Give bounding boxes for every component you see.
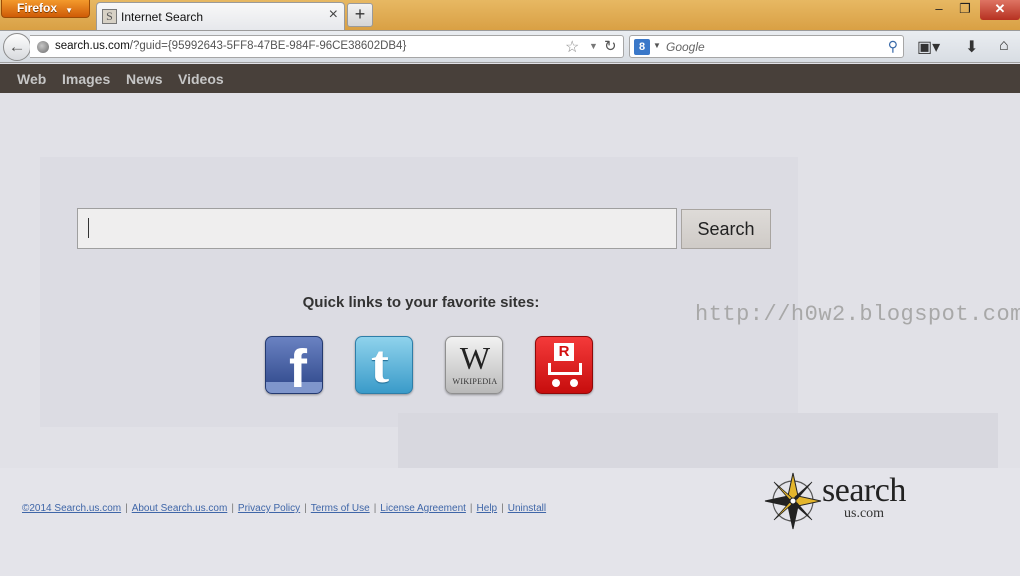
bookmark-star-icon[interactable]: ☆: [565, 37, 579, 57]
footer-link-about[interactable]: About Search.us.com: [132, 503, 228, 514]
footer-link-copyright[interactable]: ©2014 Search.us.com: [22, 503, 121, 514]
page-content: Search Quick links to your favorite site…: [0, 93, 1020, 576]
search-us-logo: search us.com: [762, 469, 934, 533]
search-engine-icon[interactable]: 8: [634, 39, 650, 55]
bookmarks-menu-icon[interactable]: ▣▾: [917, 37, 947, 57]
new-tab-button[interactable]: +: [347, 3, 373, 27]
blog-watermark: http://h0w2.blogspot.com: [695, 302, 1020, 327]
footer-link-license[interactable]: License Agreement: [380, 503, 466, 514]
firefox-menu-label: Firefox: [17, 1, 58, 15]
maximize-window-button[interactable]: ❐: [953, 0, 977, 20]
compass-logo-icon: [764, 472, 822, 530]
site-favicon-icon: S: [102, 9, 117, 24]
engine-dropdown-icon[interactable]: ▼: [653, 41, 661, 50]
text-caret: [88, 218, 89, 238]
browser-search-placeholder: Google: [666, 40, 705, 54]
cart-wheel: [570, 379, 578, 387]
nav-videos[interactable]: Videos: [178, 71, 224, 87]
facebook-icon[interactable]: f: [265, 336, 323, 394]
reload-icon[interactable]: ↻: [604, 37, 617, 55]
footer-link-help[interactable]: Help: [477, 503, 498, 514]
footer-link-terms[interactable]: Terms of Use: [311, 503, 370, 514]
address-bar[interactable]: search.us.com/?guid={95992643-5FF8-47BE-…: [30, 35, 624, 58]
globe-icon: [37, 41, 49, 53]
footer-separator: |: [304, 503, 307, 514]
search-button[interactable]: Search: [681, 209, 771, 249]
twitter-icon[interactable]: t: [355, 336, 413, 394]
logo-domain: us.com: [844, 506, 885, 521]
footer-links: ©2014 Search.us.com | About Search.us.com |…: [22, 503, 546, 514]
logo-word: search: [822, 472, 906, 509]
tab-internet-search[interactable]: S Internet Search ×: [96, 2, 345, 30]
nav-web[interactable]: Web: [17, 71, 46, 87]
nav-images[interactable]: Images: [62, 71, 110, 87]
wikipedia-caption: WIKIPEDIA: [452, 377, 498, 386]
wikipedia-icon[interactable]: W WIKIPEDIA: [445, 336, 503, 394]
tab-title: Internet Search: [121, 10, 204, 24]
minimize-window-button[interactable]: –: [928, 0, 950, 20]
nav-news[interactable]: News: [126, 71, 163, 87]
cart-basket: [548, 363, 582, 375]
browser-titlebar: Firefox ▼ S Internet Search × + – ❐ ✕: [0, 0, 1020, 30]
cart-wheel: [552, 379, 560, 387]
footer-separator: |: [373, 503, 377, 514]
history-dropdown-icon[interactable]: ▼: [589, 41, 598, 51]
footer-separator: |: [125, 503, 128, 514]
chevron-down-icon: ▼: [65, 6, 73, 15]
footer-link-uninstall[interactable]: Uninstall: [508, 503, 546, 514]
search-icon[interactable]: ⚲: [888, 38, 898, 55]
twitter-glyph: t: [371, 336, 389, 394]
browser-search-bar[interactable]: 8 ▼ Google ⚲: [629, 35, 904, 58]
wikipedia-glyph: W: [459, 340, 491, 376]
url-text: search.us.com/?guid={95992643-5FF8-47BE-…: [55, 40, 406, 52]
search-panel-background: [40, 157, 798, 427]
home-icon[interactable]: ⌂: [999, 37, 1009, 55]
footer-link-privacy[interactable]: Privacy Policy: [238, 503, 300, 514]
site-navigation: Web Images News Videos: [0, 64, 1020, 93]
url-path: /?guid={95992643-5FF8-47BE-984F-96CE3860…: [129, 40, 407, 52]
main-search-input[interactable]: [77, 208, 677, 249]
shopping-cart-icon[interactable]: R: [535, 336, 593, 394]
url-host: search.us.com: [55, 40, 130, 52]
download-icon[interactable]: ⬇: [965, 37, 978, 57]
close-tab-icon[interactable]: ×: [329, 7, 338, 23]
firefox-menu-button[interactable]: Firefox ▼: [1, 0, 90, 18]
close-window-button[interactable]: ✕: [980, 0, 1020, 20]
footer-separator: |: [469, 503, 473, 514]
navigation-toolbar: ← search.us.com/?guid={95992643-5FF8-47B…: [0, 30, 1020, 63]
cart-logo-letter: R: [554, 343, 574, 361]
arrow-left-icon: ←: [8, 37, 26, 56]
footer-separator: |: [501, 503, 504, 514]
footer-separator: |: [231, 503, 234, 514]
facebook-glyph: f: [289, 339, 307, 394]
back-button[interactable]: ←: [3, 33, 31, 61]
